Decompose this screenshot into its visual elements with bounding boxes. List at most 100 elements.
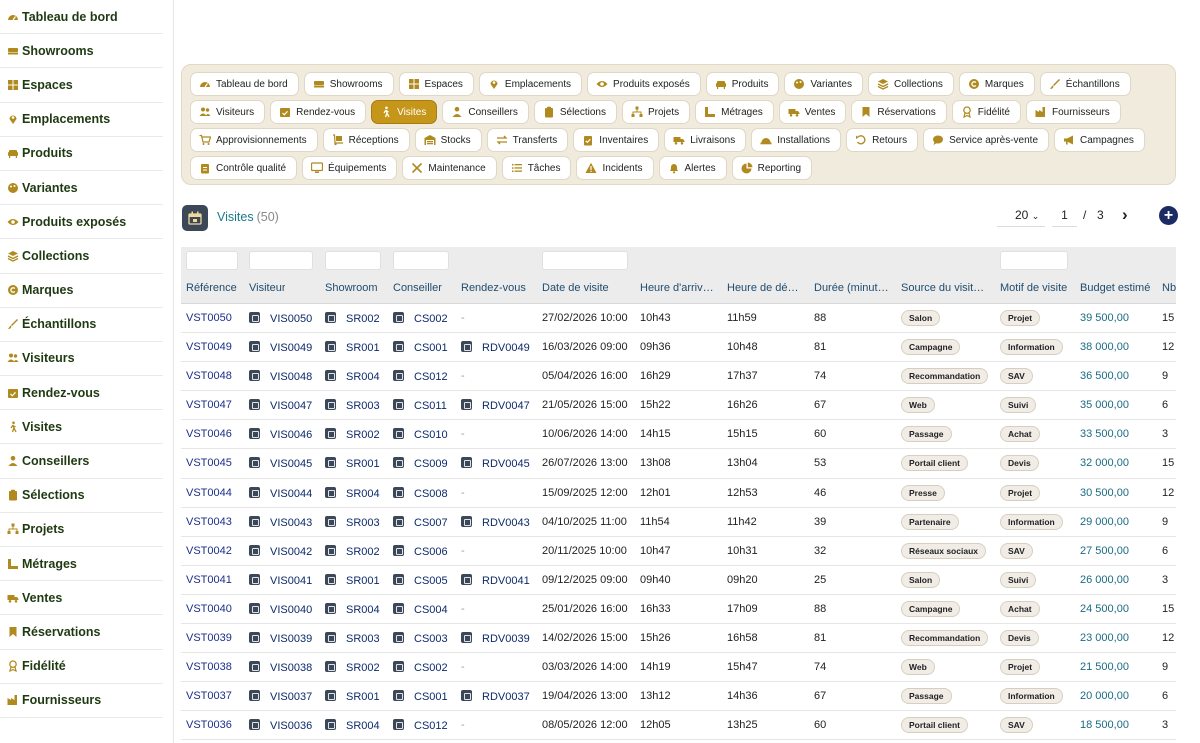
module-chip[interactable]: Incidents bbox=[576, 156, 654, 180]
module-chip[interactable]: Sélections bbox=[533, 100, 617, 124]
rendezvous-link[interactable]: RDV0045 bbox=[482, 458, 530, 470]
showroom-link[interactable]: SR004 bbox=[346, 488, 380, 500]
sidebar-item[interactable]: Visiteurs bbox=[0, 342, 163, 377]
module-chip[interactable]: Service après-vente bbox=[923, 128, 1050, 152]
reference-link[interactable]: VST0046 bbox=[186, 428, 232, 440]
column-header[interactable]: Showroom bbox=[325, 282, 378, 294]
open-record-icon[interactable] bbox=[461, 573, 472, 585]
module-chip[interactable]: Livraisons bbox=[664, 128, 747, 152]
conseiller-link[interactable]: CS012 bbox=[414, 720, 448, 732]
sidebar-item[interactable]: Réservations bbox=[0, 615, 163, 650]
reference-link[interactable]: VST0049 bbox=[186, 341, 232, 353]
sidebar-item[interactable]: Tableau de bord bbox=[0, 0, 163, 35]
table-row[interactable]: VST0037 VIS0037 SR001 CS001 RDV0037 19/04/202… bbox=[181, 682, 1176, 712]
visiteur-link[interactable]: VIS0037 bbox=[270, 691, 312, 703]
open-record-icon[interactable] bbox=[393, 457, 404, 469]
open-record-icon[interactable] bbox=[393, 515, 404, 527]
column-header[interactable]: Visiteur bbox=[249, 282, 285, 294]
open-record-icon[interactable] bbox=[393, 312, 404, 323]
module-chip[interactable]: Visites bbox=[371, 100, 438, 124]
sidebar-item[interactable]: Métrages bbox=[0, 547, 163, 582]
table-row[interactable]: VST0041 VIS0041 SR001 CS005 RDV0041 09/12/202… bbox=[181, 566, 1176, 595]
reference-link[interactable]: VST0044 bbox=[186, 487, 232, 499]
table-row[interactable]: VST0046 VIS0046 SR002 CS010 - 10/06/2026 14:0… bbox=[181, 420, 1176, 450]
table-row[interactable]: VST0045 VIS0045 SR001 CS009 RDV0045 26/07/202… bbox=[181, 449, 1176, 479]
visiteur-link[interactable]: VIS0049 bbox=[270, 342, 312, 354]
showroom-link[interactable]: SR001 bbox=[346, 691, 380, 703]
filter-conseiller[interactable] bbox=[393, 251, 449, 270]
conseiller-link[interactable]: CS004 bbox=[414, 604, 448, 616]
open-record-icon[interactable] bbox=[249, 486, 260, 498]
conseiller-link[interactable]: CS003 bbox=[414, 633, 448, 645]
open-record-icon[interactable] bbox=[393, 661, 404, 673]
module-chip[interactable]: Inventaires bbox=[573, 128, 660, 152]
conseiller-link[interactable]: CS008 bbox=[414, 488, 448, 500]
module-chip[interactable]: Retours bbox=[846, 128, 919, 152]
open-record-icon[interactable] bbox=[249, 370, 260, 382]
open-record-icon[interactable] bbox=[249, 399, 260, 411]
open-record-icon[interactable] bbox=[325, 312, 336, 323]
conseiller-link[interactable]: CS001 bbox=[414, 691, 448, 703]
reference-link[interactable]: VST0050 bbox=[186, 312, 232, 324]
column-header[interactable]: Heure de dé… bbox=[727, 282, 799, 294]
reference-link[interactable]: VST0039 bbox=[186, 632, 232, 644]
conseiller-link[interactable]: CS011 bbox=[414, 400, 447, 412]
open-record-icon[interactable] bbox=[249, 457, 260, 469]
column-header[interactable]: Nb bbox=[1162, 282, 1176, 294]
showroom-link[interactable]: SR001 bbox=[346, 575, 380, 587]
open-record-icon[interactable] bbox=[325, 399, 336, 411]
table-row[interactable]: VST0047 VIS0047 SR003 CS011 RDV0047 21/05/202… bbox=[181, 391, 1176, 421]
reference-link[interactable]: VST0041 bbox=[186, 574, 232, 586]
visiteur-link[interactable]: VIS0042 bbox=[270, 546, 312, 558]
reference-link[interactable]: VST0048 bbox=[186, 370, 232, 382]
module-chip[interactable]: Transferts bbox=[486, 128, 569, 152]
column-header[interactable]: Budget estimé bbox=[1080, 282, 1150, 294]
open-record-icon[interactable] bbox=[461, 515, 472, 527]
sidebar-item[interactable]: Rendez-vous bbox=[0, 376, 163, 411]
conseiller-link[interactable]: CS006 bbox=[414, 546, 448, 558]
conseiller-link[interactable]: CS002 bbox=[414, 662, 448, 674]
module-chip[interactable]: Tableau de bord bbox=[190, 72, 299, 96]
filter-reference[interactable] bbox=[186, 251, 238, 270]
module-chip[interactable]: Ventes bbox=[778, 100, 847, 124]
showroom-link[interactable]: SR002 bbox=[346, 313, 380, 325]
open-record-icon[interactable] bbox=[393, 370, 404, 382]
sidebar-item[interactable]: Échantillons bbox=[0, 308, 163, 342]
module-chip[interactable]: Fidélité bbox=[951, 100, 1021, 124]
column-header[interactable]: Date de visite bbox=[542, 282, 609, 294]
rendezvous-link[interactable]: RDV0049 bbox=[482, 342, 530, 354]
rendezvous-link[interactable]: RDV0047 bbox=[482, 400, 530, 412]
module-chip[interactable]: Produits bbox=[705, 72, 780, 96]
module-chip[interactable]: Tâches bbox=[501, 156, 572, 180]
sidebar-item[interactable]: Fidélité bbox=[0, 650, 163, 684]
module-chip[interactable]: Métrages bbox=[695, 100, 774, 124]
page-number-input[interactable]: 1 bbox=[1052, 205, 1077, 227]
showroom-link[interactable]: SR003 bbox=[346, 517, 380, 529]
sidebar-item[interactable]: Variantes bbox=[0, 171, 163, 206]
conseiller-link[interactable]: CS005 bbox=[414, 575, 448, 587]
visiteur-link[interactable]: VIS0036 bbox=[270, 720, 312, 732]
column-header[interactable]: Motif de visite bbox=[1000, 282, 1067, 294]
table-row[interactable]: VST0044 VIS0044 SR004 CS008 - 15/09/2025 12:0… bbox=[181, 479, 1176, 508]
conseiller-link[interactable]: CS010 bbox=[414, 429, 448, 441]
module-chip[interactable]: Contrôle qualité bbox=[190, 156, 298, 180]
sidebar-item[interactable]: Visites bbox=[0, 410, 163, 445]
table-row[interactable]: VST0043 VIS0043 SR003 CS007 RDV0043 04/10/202… bbox=[181, 508, 1176, 537]
sidebar-item[interactable]: Produits bbox=[0, 137, 163, 171]
open-record-icon[interactable] bbox=[249, 312, 260, 323]
module-chip[interactable]: Espaces bbox=[398, 72, 474, 96]
column-header[interactable]: Référence bbox=[186, 282, 237, 294]
module-chip[interactable]: Fournisseurs bbox=[1026, 100, 1121, 124]
visiteur-link[interactable]: VIS0038 bbox=[270, 662, 312, 674]
page-size-select[interactable]: 20 ⌄ bbox=[997, 205, 1045, 227]
showroom-link[interactable]: SR001 bbox=[346, 458, 380, 470]
column-header[interactable]: Durée (minut… bbox=[814, 282, 889, 294]
open-record-icon[interactable] bbox=[249, 515, 260, 527]
table-row[interactable]: VST0038 VIS0038 SR002 CS002 - 03/03/2026 14:0… bbox=[181, 653, 1176, 683]
module-chip[interactable]: Projets bbox=[621, 100, 691, 124]
open-record-icon[interactable] bbox=[461, 632, 472, 644]
rendezvous-link[interactable]: RDV0039 bbox=[482, 633, 530, 645]
column-header[interactable]: Conseiller bbox=[393, 282, 442, 294]
column-header[interactable]: Heure d'arriv… bbox=[640, 282, 714, 294]
open-record-icon[interactable] bbox=[325, 632, 336, 644]
